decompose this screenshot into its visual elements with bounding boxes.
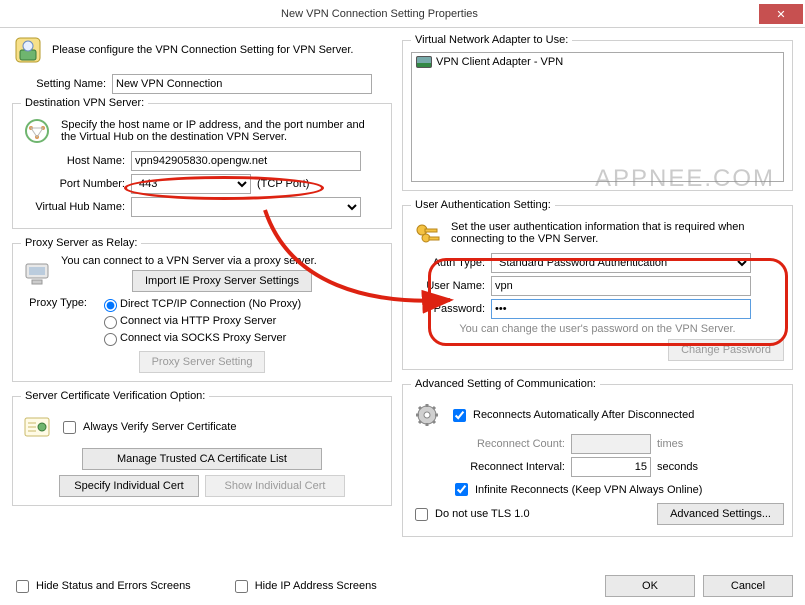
proxy-socks-radio[interactable]	[104, 333, 117, 346]
server-icon	[21, 115, 53, 147]
list-item[interactable]: VPN Client Adapter - VPN	[414, 55, 781, 69]
cert-legend: Server Certificate Verification Option:	[21, 390, 209, 402]
proxy-direct-label: Direct TCP/IP Connection (No Proxy)	[120, 298, 301, 310]
user-name-input[interactable]	[491, 276, 751, 296]
destination-group: Destination VPN Server: Specify the host…	[12, 97, 392, 229]
advanced-group: Advanced Setting of Communication: Recon…	[402, 378, 793, 537]
proxy-http-radio[interactable]	[104, 316, 117, 329]
show-cert-button[interactable]: Show Individual Cert	[205, 475, 345, 497]
reconnect-interval-label: Reconnect Interval:	[451, 461, 571, 473]
proxy-setting-button[interactable]: Proxy Server Setting	[139, 351, 266, 373]
window-title: New VPN Connection Setting Properties	[0, 8, 759, 20]
no-tls-label: Do not use TLS 1.0	[435, 508, 530, 520]
change-password-button[interactable]: Change Password	[668, 339, 784, 361]
adapter-item-label: VPN Client Adapter - VPN	[436, 56, 563, 68]
proxy-http-label: Connect via HTTP Proxy Server	[120, 315, 276, 327]
setting-name-input[interactable]	[112, 74, 372, 94]
destination-hint: Specify the host name or IP address, and…	[61, 119, 383, 143]
always-verify-checkbox[interactable]	[63, 421, 76, 434]
cert-icon	[21, 411, 53, 443]
nic-icon	[416, 56, 432, 68]
port-label: Port Number:	[21, 178, 131, 190]
adapter-listbox[interactable]: VPN Client Adapter - VPN	[411, 52, 784, 182]
keys-icon	[411, 217, 443, 249]
port-suffix: (TCP Port)	[257, 178, 309, 190]
hide-ip-checkbox[interactable]	[235, 580, 248, 593]
always-verify-label: Always Verify Server Certificate	[83, 421, 236, 433]
infinite-reconnect-checkbox[interactable]	[455, 483, 468, 496]
proxy-icon	[21, 258, 53, 290]
advanced-settings-button[interactable]: Advanced Settings...	[657, 503, 784, 525]
hub-label: Virtual Hub Name:	[21, 201, 131, 213]
auth-hint: Set the user authentication information …	[451, 221, 784, 245]
ok-button[interactable]: OK	[605, 575, 695, 597]
host-name-input[interactable]	[131, 151, 361, 171]
host-label: Host Name:	[21, 155, 131, 167]
auth-note: You can change the user's password on th…	[411, 323, 784, 335]
hub-select[interactable]	[131, 197, 361, 217]
reconnect-count-label: Reconnect Count:	[451, 438, 571, 450]
advanced-legend: Advanced Setting of Communication:	[411, 378, 600, 390]
password-input[interactable]	[491, 299, 751, 319]
auth-group: User Authentication Setting: Set the use…	[402, 199, 793, 370]
proxy-direct-radio[interactable]	[104, 299, 117, 312]
user-name-label: User Name:	[411, 280, 491, 292]
auth-type-select[interactable]: Standard Password Authentication	[491, 253, 751, 273]
intro-row: Please configure the VPN Connection Sett…	[12, 34, 392, 66]
close-button[interactable]: ✕	[759, 4, 803, 24]
proxy-hint: You can connect to a VPN Server via a pr…	[61, 255, 383, 267]
port-select[interactable]: 443	[131, 174, 251, 194]
manage-ca-button[interactable]: Manage Trusted CA Certificate List	[82, 448, 322, 470]
proxy-socks-label: Connect via SOCKS Proxy Server	[120, 332, 286, 344]
specify-cert-button[interactable]: Specify Individual Cert	[59, 475, 199, 497]
reconnect-count-input[interactable]	[571, 434, 651, 454]
gear-icon	[411, 399, 443, 431]
reconnect-count-suffix: times	[657, 438, 683, 450]
import-proxy-button[interactable]: Import IE Proxy Server Settings	[132, 270, 312, 292]
bottom-bar: Hide Status and Errors Screens Hide IP A…	[12, 575, 793, 597]
hide-status-checkbox[interactable]	[16, 580, 29, 593]
cert-group: Server Certificate Verification Option: …	[12, 390, 392, 506]
reconnect-interval-suffix: seconds	[657, 461, 698, 473]
password-label: Password:	[411, 303, 491, 315]
infinite-reconnect-label: Infinite Reconnects (Keep VPN Always Onl…	[475, 484, 702, 496]
destination-legend: Destination VPN Server:	[21, 97, 148, 109]
hide-status-label: Hide Status and Errors Screens	[36, 580, 191, 592]
setting-name-label: Setting Name:	[12, 78, 112, 90]
proxy-type-label: Proxy Type:	[21, 295, 93, 309]
proxy-legend: Proxy Server as Relay:	[21, 237, 141, 249]
titlebar: New VPN Connection Setting Properties ✕	[0, 0, 805, 28]
intro-text: Please configure the VPN Connection Sett…	[52, 44, 353, 56]
reconnect-auto-checkbox[interactable]	[453, 409, 466, 422]
proxy-group: Proxy Server as Relay: You can connect t…	[12, 237, 392, 382]
adapter-group: Virtual Network Adapter to Use: VPN Clie…	[402, 34, 793, 191]
app-icon	[12, 34, 44, 66]
reconnect-interval-input[interactable]	[571, 457, 651, 477]
hide-ip-label: Hide IP Address Screens	[255, 580, 377, 592]
auth-type-label: Auth Type:	[411, 257, 491, 269]
cancel-button[interactable]: Cancel	[703, 575, 793, 597]
auth-legend: User Authentication Setting:	[411, 199, 555, 211]
no-tls-checkbox[interactable]	[415, 508, 428, 521]
reconnect-auto-label: Reconnects Automatically After Disconnec…	[473, 409, 694, 421]
adapter-legend: Virtual Network Adapter to Use:	[411, 34, 572, 46]
